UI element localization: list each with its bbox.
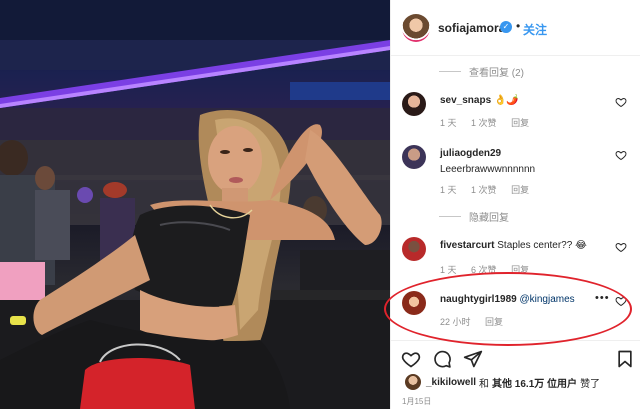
- likes-suffix: 赞了: [580, 378, 601, 390]
- poster-username[interactable]: sofiajamora: [438, 21, 505, 35]
- comment-time: 1 天: [440, 118, 457, 128]
- comment-item: sev_snaps 👌🌶️ 1 天 1 次赞 回复: [391, 90, 640, 140]
- commenter-avatar[interactable]: [402, 92, 426, 116]
- heart-icon[interactable]: [615, 241, 627, 253]
- likes-summary: _kikilowell 和 其他 16.1万 位用户 赞了: [405, 374, 600, 390]
- comment-time: 1 天: [440, 265, 457, 275]
- comment-panel: sofiajamora ✓ • 关注 查看回复 (2) sev_snaps 👌🌶…: [390, 0, 640, 409]
- heart-icon[interactable]: [615, 149, 627, 161]
- view-replies-link[interactable]: 查看回复 (2): [439, 64, 524, 79]
- comment-username[interactable]: juliaogden29: [440, 148, 501, 159]
- comment-text: Leeerbrawwwnnnnnn: [440, 164, 536, 175]
- highlight-circle-annotation: [384, 272, 632, 346]
- post-date: 1月15日: [402, 397, 432, 406]
- comment-username[interactable]: sev_snaps: [440, 95, 491, 106]
- bookmark-icon[interactable]: [615, 349, 635, 369]
- heart-icon[interactable]: [401, 349, 421, 369]
- comment-time: 1 天: [440, 185, 457, 195]
- commenter-avatar[interactable]: [402, 237, 426, 261]
- verified-icon: ✓: [500, 21, 512, 33]
- comment-like-count[interactable]: 1 次赞: [471, 185, 497, 195]
- comment-like-count[interactable]: 1 次赞: [471, 118, 497, 128]
- comment-meta: 1 天 1 次赞 回复: [440, 116, 541, 129]
- hide-replies-label: 隐藏回复: [469, 213, 509, 224]
- comment-username[interactable]: fivestarcurt: [440, 240, 494, 251]
- view-replies-label: 查看回复 (2): [469, 68, 524, 79]
- comment-reply-button[interactable]: 回复: [511, 118, 529, 128]
- post-header: sofiajamora ✓ • 关注: [391, 0, 640, 56]
- arena-photo-illustration: [0, 0, 390, 409]
- likes-others-count[interactable]: 其他 16.1万 位用户: [492, 375, 577, 390]
- hide-replies-line: [439, 216, 461, 217]
- liker-username[interactable]: _kikilowell: [426, 377, 476, 388]
- comment-text: Staples center?? 😂: [497, 240, 587, 251]
- header-separator: •: [516, 19, 521, 33]
- likes-joiner: 和: [479, 378, 490, 390]
- poster-avatar[interactable]: [402, 14, 430, 42]
- hide-replies-link[interactable]: 隐藏回复: [439, 209, 509, 224]
- post-photo[interactable]: [0, 0, 390, 409]
- comment-reply-button[interactable]: 回复: [511, 185, 529, 195]
- comment-text: 👌🌶️: [493, 95, 519, 106]
- comment-text-line: sev_snaps 👌🌶️: [440, 95, 519, 106]
- comment-meta: 1 天 1 次赞 回复: [440, 183, 541, 196]
- heart-icon[interactable]: [615, 96, 627, 108]
- liker-avatar[interactable]: [405, 374, 421, 390]
- comment-icon[interactable]: [432, 349, 452, 369]
- follow-button[interactable]: 关注: [523, 21, 547, 38]
- comment-username-line: juliaogden29: [440, 148, 501, 159]
- share-icon[interactable]: [463, 349, 483, 369]
- commenter-avatar[interactable]: [402, 145, 426, 169]
- comment-text-line: fivestarcurt Staples center?? 😂: [440, 240, 587, 251]
- comment-item: juliaogden29 Leeerbrawwwnnnnnn 1 天 1 次赞 …: [391, 143, 640, 196]
- view-replies-line: [439, 71, 461, 72]
